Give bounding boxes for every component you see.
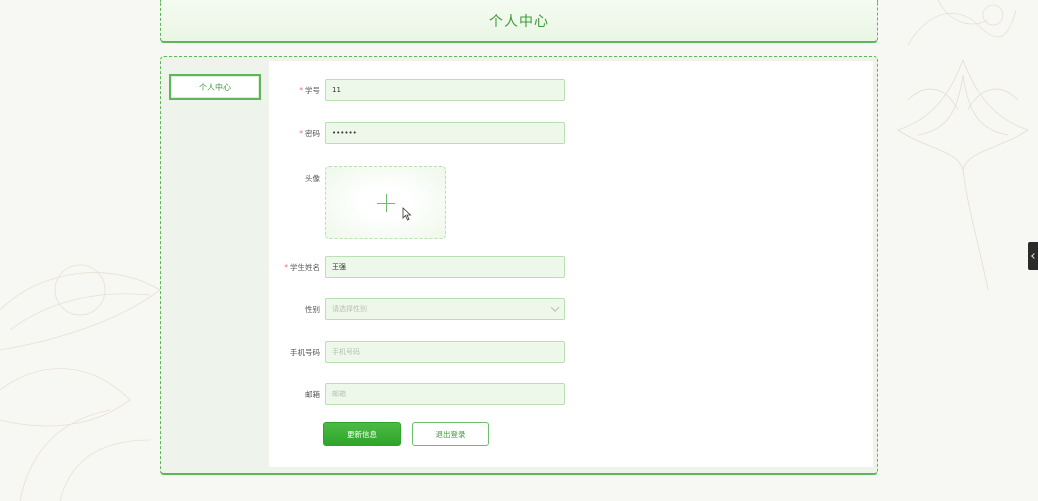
side-panel-toggle[interactable] — [1028, 242, 1038, 270]
page-title: 个人中心 — [489, 13, 549, 30]
background-lotus-decoration — [888, 40, 1038, 300]
update-info-button[interactable]: 更新信息 — [323, 422, 401, 446]
chevron-left-icon — [1031, 253, 1037, 259]
avatar-uploader[interactable] — [325, 166, 446, 239]
student-name-label: * 学生姓名 — [284, 262, 320, 272]
mouse-cursor-icon — [402, 207, 412, 221]
avatar-label: 头像 — [305, 174, 320, 183]
chevron-down-icon — [550, 303, 560, 312]
logout-button[interactable]: 退出登录 — [412, 422, 489, 446]
form-row-email: 邮箱 邮箱 — [269, 383, 565, 405]
form-row-password: * 密码 •••••• — [269, 122, 565, 144]
form-row-gender: 性别 请选择性别 — [269, 298, 565, 320]
phone-input[interactable]: 手机号码 — [325, 341, 565, 363]
gender-select[interactable]: 请选择性别 — [325, 298, 565, 320]
form-row-avatar: 头像 — [269, 166, 446, 239]
email-label: 邮箱 — [305, 389, 320, 399]
phone-label: 手机号码 — [290, 347, 320, 357]
form-row-student-name: * 学生姓名 王强 — [269, 256, 565, 278]
required-mark: * — [299, 85, 303, 95]
student-name-input[interactable]: 王强 — [325, 256, 565, 278]
form-row-phone: 手机号码 手机号码 — [269, 341, 565, 363]
student-id-input[interactable]: 11 — [325, 79, 565, 101]
password-label: * 密码 — [299, 128, 320, 138]
email-input[interactable]: 邮箱 — [325, 383, 565, 405]
sidebar: 个人中心 — [165, 61, 269, 467]
required-mark: * — [284, 262, 288, 272]
background-flower-decoration — [898, 0, 1018, 50]
background-leaf-decoration — [0, 230, 170, 501]
page-header: 个人中心 — [160, 0, 878, 43]
form-row-student-id: * 学号 11 — [269, 79, 565, 101]
password-input[interactable]: •••••• — [325, 122, 565, 144]
gender-label: 性别 — [305, 304, 320, 314]
required-mark: * — [299, 128, 303, 138]
sidebar-item-personal-center[interactable]: 个人中心 — [169, 74, 261, 100]
student-id-label: * 学号 — [299, 85, 320, 95]
sidebar-item-label: 个人中心 — [199, 82, 231, 92]
profile-form: * 学号 11 * 密码 •••••• 头像 * 学生姓名 王强 性别 请选择性… — [269, 61, 873, 467]
plus-icon — [377, 194, 395, 212]
main-container: 个人中心 * 学号 11 * 密码 •••••• 头像 * 学生姓名 王强 性别… — [160, 56, 878, 475]
